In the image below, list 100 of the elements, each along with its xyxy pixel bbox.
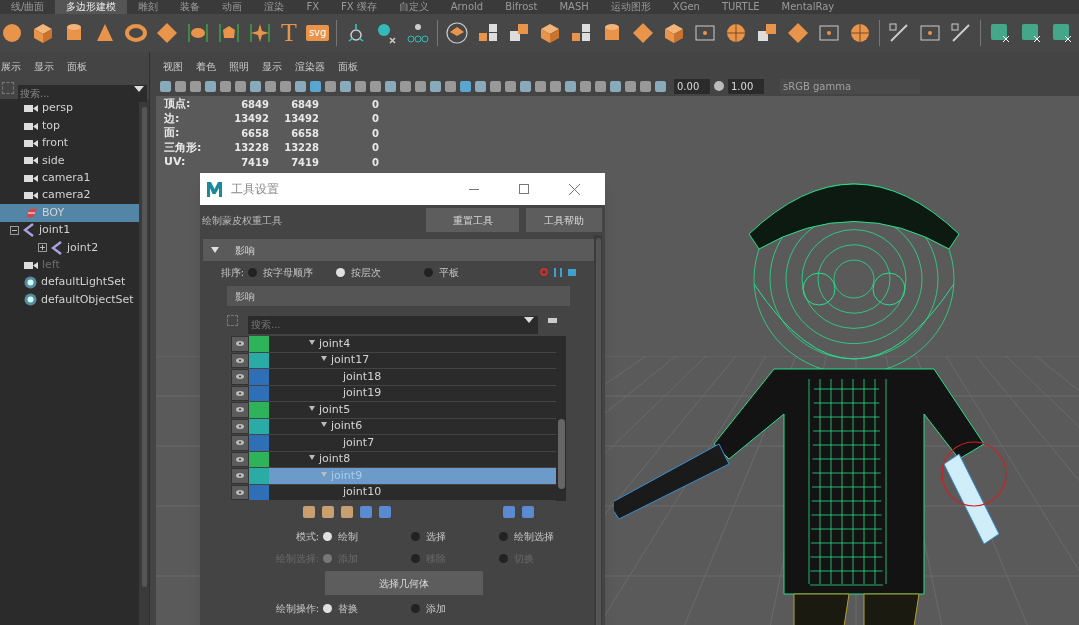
viewport-tool-icon[interactable] xyxy=(490,80,501,92)
viewport-tool-icon[interactable] xyxy=(280,80,291,92)
viewport-tool-icon[interactable] xyxy=(325,80,336,92)
color-space-dropdown[interactable]: sRGB gamma xyxy=(780,78,920,94)
gamma-field[interactable]: 1.00 xyxy=(728,78,764,94)
viewport-tool-icon[interactable] xyxy=(535,80,546,92)
visibility-toggle[interactable] xyxy=(231,369,249,385)
tool-button[interactable]: 重置工具 xyxy=(426,208,519,232)
scrollbar[interactable] xyxy=(556,336,566,501)
search-field[interactable]: 搜索... xyxy=(18,84,147,102)
joint-row[interactable]: joint4 xyxy=(269,336,556,352)
shelf-tab[interactable]: FX xyxy=(295,0,330,14)
viewport-tool-icon[interactable] xyxy=(445,80,456,92)
section-header[interactable]: 影响 xyxy=(203,239,594,261)
expand-box-icon[interactable] xyxy=(38,243,47,253)
polygon-icon[interactable] xyxy=(217,21,241,45)
shelf-tab[interactable]: 装备 xyxy=(169,0,212,14)
outliner-item[interactable]: persp xyxy=(0,100,139,118)
radio-option[interactable]: 替换 xyxy=(323,600,411,616)
dropdown-arrow-icon[interactable] xyxy=(524,317,534,323)
sphere-icon[interactable] xyxy=(0,21,24,45)
shelf-tab[interactable]: XGen xyxy=(661,0,711,14)
search-field[interactable]: 搜索... xyxy=(248,315,538,334)
viewport-tool-icon[interactable] xyxy=(175,80,186,92)
radio-option[interactable]: 按层次 xyxy=(336,264,424,280)
exposure-field[interactable]: 0.00 xyxy=(674,78,710,94)
menu-item[interactable]: 视图 xyxy=(163,58,183,74)
viewport-tool-icon[interactable] xyxy=(430,80,441,92)
viewport-tool-icon[interactable] xyxy=(265,80,276,92)
outliner-item[interactable]: camera1 xyxy=(0,169,139,187)
star-icon[interactable] xyxy=(248,21,272,45)
diamond-icon[interactable] xyxy=(631,21,656,45)
shelf-tab[interactable]: FX 缓存 xyxy=(330,0,388,14)
shelf-tab[interactable]: 线/曲面 xyxy=(0,0,56,14)
outliner-item[interactable]: joint2 xyxy=(0,239,139,257)
shelf-tab[interactable]: 多边形建模 xyxy=(55,0,128,14)
radio-icon[interactable] xyxy=(411,603,420,613)
viewport-tool-icon[interactable] xyxy=(400,80,411,92)
text-tool-button[interactable]: T xyxy=(279,20,299,46)
shelf-tab[interactable]: MentalRay xyxy=(770,0,846,14)
shelf-tab[interactable]: 雕刻 xyxy=(127,0,170,14)
outliner-item[interactable]: joint1 xyxy=(0,221,139,240)
radio-option[interactable]: 平板 xyxy=(424,264,512,280)
dropdown-arrow-icon[interactable] xyxy=(134,85,144,92)
nodes-icon[interactable] xyxy=(406,21,431,45)
disc-icon[interactable] xyxy=(186,21,210,45)
radio-icon[interactable] xyxy=(424,267,433,277)
outliner-item[interactable]: defaultObjectSet xyxy=(0,291,139,309)
menu-item[interactable]: 照明 xyxy=(229,58,249,74)
expanded-arrow-icon[interactable] xyxy=(309,339,315,345)
shelf-tab[interactable]: MASH xyxy=(548,0,600,14)
menu-item[interactable]: 面板 xyxy=(338,58,358,74)
radio-icon[interactable] xyxy=(411,531,420,541)
filter-icon[interactable] xyxy=(2,82,14,94)
shelf-tab[interactable]: Arnold xyxy=(439,0,495,14)
viewport-tool-icon[interactable] xyxy=(640,80,651,92)
radio-icon[interactable] xyxy=(248,267,257,277)
diamond-icon[interactable] xyxy=(786,21,811,45)
viewport-tool-icon[interactable] xyxy=(190,80,201,92)
radio-icon[interactable] xyxy=(323,531,332,541)
viewport-tool-icon[interactable] xyxy=(655,80,666,92)
expanded-arrow-icon[interactable] xyxy=(321,356,327,362)
expanded-arrow-icon[interactable] xyxy=(321,422,327,428)
viewport-tool-icon[interactable] xyxy=(160,80,171,92)
shelf-tab[interactable]: 动画 xyxy=(211,0,254,14)
expanded-arrow-icon[interactable] xyxy=(309,455,315,461)
menu-item[interactable]: 渲染器 xyxy=(295,58,325,74)
viewport-tool-icon[interactable] xyxy=(295,80,306,92)
radio-option[interactable]: 选择 xyxy=(411,528,499,544)
viewport-tool-icon[interactable] xyxy=(505,80,516,92)
viewport-tool-icon[interactable] xyxy=(205,80,216,92)
shelf-tab[interactable]: 运动图形 xyxy=(599,0,662,14)
outliner-item[interactable]: defaultLightSet xyxy=(0,273,139,292)
radio-option[interactable]: 按字母顺序 xyxy=(248,264,336,280)
viewport-tool-icon[interactable] xyxy=(220,80,231,92)
radio-option[interactable]: 绘制选择 xyxy=(499,528,587,544)
visibility-toggle[interactable] xyxy=(231,336,249,352)
viewport-tool-icon[interactable] xyxy=(355,80,366,92)
diamond-icon[interactable] xyxy=(155,21,179,45)
viewport-tool-icon[interactable] xyxy=(520,80,531,92)
viewport-tool-icon[interactable] xyxy=(610,80,621,92)
collapse-box-icon[interactable] xyxy=(10,225,19,235)
outliner-item[interactable]: side xyxy=(0,152,139,170)
viewport-tool-icon[interactable] xyxy=(475,80,486,92)
visibility-toggle[interactable] xyxy=(231,402,249,418)
viewport-tool-icon[interactable] xyxy=(460,80,471,92)
viewport-tool-icon[interactable] xyxy=(250,80,261,92)
viewport-tool-icon[interactable] xyxy=(595,80,606,92)
filter-icon[interactable] xyxy=(227,314,238,326)
layers-icon[interactable] xyxy=(445,21,470,45)
shelf-tab[interactable]: 自定义 xyxy=(387,0,440,14)
radio-option[interactable]: 绘制 xyxy=(323,528,411,544)
expanded-arrow-icon[interactable] xyxy=(309,405,315,411)
outliner-item[interactable]: front xyxy=(0,134,139,153)
viewport-tool-icon[interactable] xyxy=(370,80,381,92)
joint-row[interactable]: joint7 xyxy=(269,435,556,451)
viewport-tool-icon[interactable] xyxy=(415,80,426,92)
outliner-item[interactable]: top xyxy=(0,117,139,135)
menu-item[interactable]: 显示 xyxy=(262,58,282,74)
radio-icon[interactable] xyxy=(336,267,345,277)
